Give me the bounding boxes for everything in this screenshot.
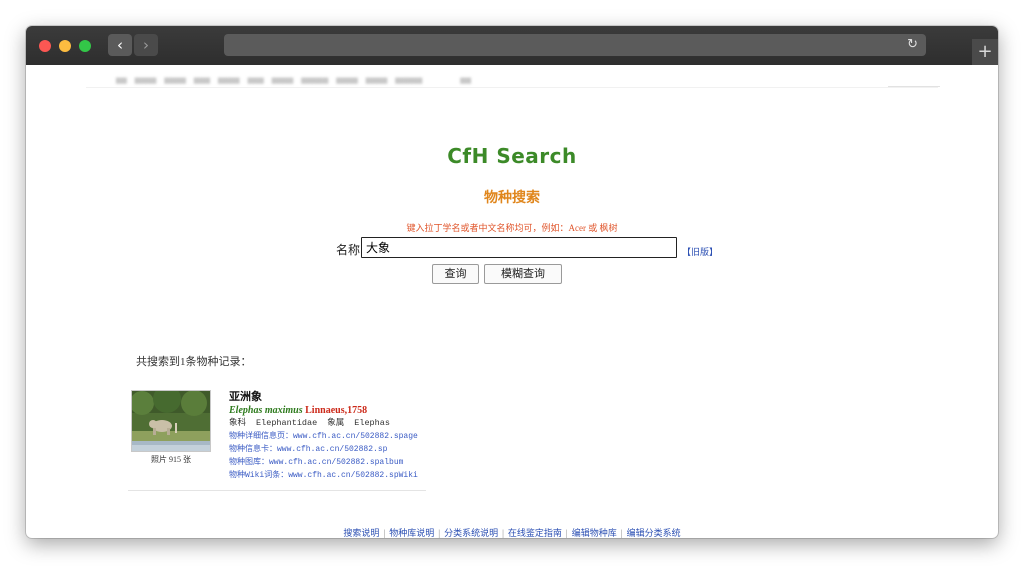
- search-hint: 键入拉丁学名或者中文名称均可，例如：Acer 或 枫树: [406, 223, 618, 233]
- footer-link-search-help[interactable]: 搜索说明: [343, 528, 379, 538]
- browser-window: ‹ › ↻ + ▆▆ ▆▆▆▆ ▆▆▆▆ ▆▆▆ ▆▆▆▆ ▆▆▆ ▆▆▆▆ ▆▆▆▆▆ ▆▆▆…: [26, 26, 998, 538]
- photo-count: 照片 915 张: [151, 455, 191, 464]
- footer-link-species-db-help[interactable]: 物种库说明: [389, 528, 434, 538]
- site-top-navigation-blurred: ▆▆ ▆▆▆▆ ▆▆▆▆ ▆▆▆ ▆▆▆▆ ▆▆▆ ▆▆▆▆ ▆▆▆▆▆ ▆▆▆▆ ▆▆▆▆ ▆▆▆…: [116, 77, 471, 84]
- species-photo[interactable]: [131, 390, 211, 452]
- new-tab-button[interactable]: +: [972, 39, 998, 65]
- taxonomy-line: 象科 Elephantidae 象属 Elephas: [229, 417, 429, 430]
- footer-separator: |: [502, 528, 504, 538]
- species-scientific-name[interactable]: Elephas maximus: [229, 405, 303, 416]
- elephant-photo-icon: [132, 391, 210, 451]
- footer-link-identification-guide[interactable]: 在线鉴定指南: [508, 528, 562, 538]
- species-search-input[interactable]: [361, 237, 677, 258]
- top-nav-divider: [86, 87, 938, 88]
- results-count: 共搜索到1条物种记录：: [136, 356, 252, 368]
- chevron-left-icon: ‹: [117, 36, 123, 54]
- species-author: Linnaeus,1758: [305, 405, 368, 416]
- chevron-right-icon: ›: [143, 36, 149, 54]
- forward-button[interactable]: ›: [134, 34, 158, 56]
- species-card-link[interactable]: 物种信息卡：www.cfh.ac.cn/502882.sp: [229, 443, 429, 456]
- family-latin[interactable]: Elephantidae: [256, 417, 317, 430]
- footer-link-taxonomy-help[interactable]: 分类系统说明: [444, 528, 498, 538]
- footer-links: 搜索说明 | 物种库说明 | 分类系统说明 | 在线鉴定指南 | 编辑物种库 | 编辑分类系统: [26, 526, 998, 538]
- old-version-link[interactable]: 【旧版】: [682, 245, 718, 258]
- browser-titlebar: ‹ › ↻ +: [26, 26, 998, 65]
- top-nav-right-divider: [888, 86, 940, 87]
- genus-chinese[interactable]: 象属: [327, 417, 344, 430]
- maximize-window-button[interactable]: [79, 40, 91, 52]
- footer-separator: |: [565, 528, 568, 538]
- footer-link-edit-taxonomy[interactable]: 编辑分类系统: [627, 528, 681, 538]
- back-button[interactable]: ‹: [108, 34, 132, 56]
- species-wiki-link[interactable]: 物种Wiki词条：www.cfh.ac.cn/502882.spWiki: [229, 469, 429, 482]
- site-logo[interactable]: CfH Search: [26, 144, 998, 168]
- footer-separator: |: [383, 528, 386, 538]
- fuzzy-query-button[interactable]: 模糊查询: [484, 264, 562, 284]
- species-info: 亚洲象 Elephas maximus Linnaeus,1758 象科 Ele…: [229, 390, 429, 482]
- footer-link-edit-species-db[interactable]: 编辑物种库: [572, 528, 617, 538]
- name-label: 名称: [336, 243, 361, 257]
- footer-separator: |: [620, 528, 623, 538]
- species-album-link[interactable]: 物种图库：www.cfh.ac.cn/502882.spalbum: [229, 456, 429, 469]
- species-detail-link[interactable]: 物种详细信息页：www.cfh.ac.cn/502882.spage: [229, 430, 429, 443]
- result-card: 照片 915 张 亚洲象 Elephas maximus Linnaeus,17…: [128, 386, 426, 492]
- family-chinese[interactable]: 象科: [229, 417, 246, 430]
- genus-latin[interactable]: Elephas: [354, 417, 390, 430]
- species-chinese-name[interactable]: 亚洲象: [229, 390, 429, 404]
- species-scientific-line: Elephas maximus Linnaeus,1758: [229, 404, 429, 417]
- footer-separator: |: [438, 528, 441, 538]
- result-divider: [128, 490, 426, 491]
- minimize-window-button[interactable]: [59, 40, 71, 52]
- address-bar[interactable]: ↻: [224, 34, 926, 56]
- query-button[interactable]: 查询: [432, 264, 479, 284]
- page-subtitle: 物种搜索: [484, 190, 540, 206]
- reload-icon[interactable]: ↻: [907, 34, 918, 56]
- close-window-button[interactable]: [39, 40, 51, 52]
